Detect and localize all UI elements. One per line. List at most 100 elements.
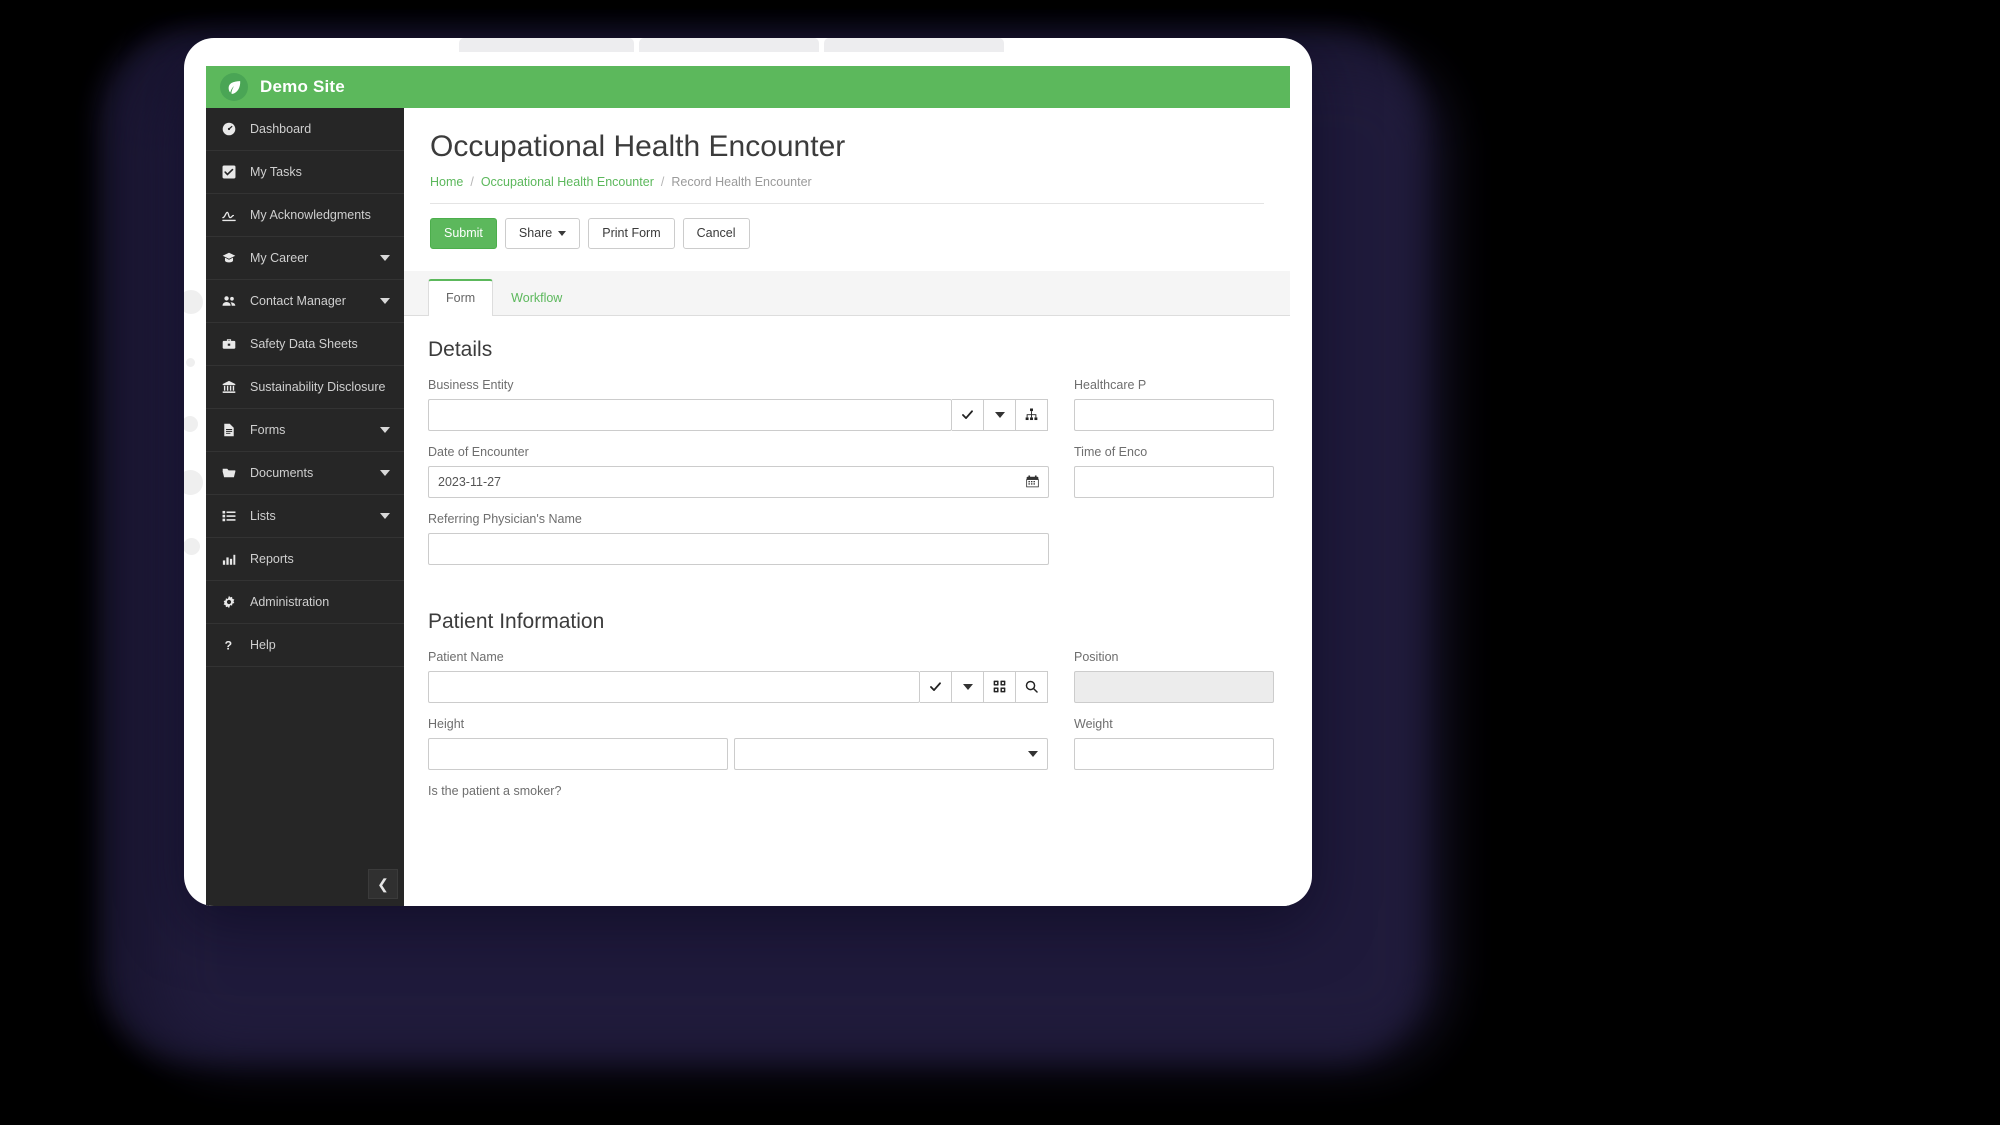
field-label: Date of Encounter <box>428 444 529 459</box>
breadcrumb-separator: / <box>470 174 474 189</box>
tab-form[interactable]: Form <box>428 278 494 316</box>
sidebar-item-label: Lists <box>250 509 276 523</box>
sidebar-item-my-tasks[interactable]: My Tasks <box>206 151 404 194</box>
share-label: Share <box>518 225 553 240</box>
sidebar-item-label: Reports <box>250 552 294 566</box>
field-time-of-encounter: Time of Enco <box>1074 445 1290 498</box>
input-group <box>428 737 1048 770</box>
question-icon: ? <box>222 638 241 652</box>
time-of-encounter-input[interactable] <box>1074 465 1274 498</box>
check-icon[interactable] <box>952 398 985 431</box>
chevron-down-icon <box>380 513 390 519</box>
business-entity-input[interactable] <box>428 398 953 431</box>
browser-tab-stub-1 <box>459 38 634 52</box>
leaf-icon <box>220 73 248 101</box>
qrcode-icon[interactable] <box>984 670 1017 703</box>
field-position: Position <box>1074 650 1290 703</box>
sidebar-item-label: My Tasks <box>250 165 302 179</box>
height-input[interactable] <box>428 737 728 770</box>
referring-physician-input[interactable] <box>428 532 1049 565</box>
healthcare-provider-input[interactable] <box>1074 398 1274 431</box>
bank-icon <box>222 380 241 394</box>
patient-name-input[interactable] <box>428 670 921 703</box>
sidebar-collapse-row: ❮ <box>206 862 404 906</box>
form-row-referring-physician: Referring Physician's Name <box>428 512 1290 565</box>
sidebar-item-label: Documents <box>250 466 314 480</box>
field-label: Weight <box>1074 716 1113 731</box>
device-frame: Demo Site Dashboard My Tasks My Acknowle… <box>184 38 1312 906</box>
chevron-down-icon <box>380 298 390 304</box>
caret-down-icon[interactable] <box>952 670 985 703</box>
sidebar-item-reports[interactable]: Reports <box>206 538 404 581</box>
sidebar-item-dashboard[interactable]: Dashboard <box>206 108 404 151</box>
tab-workflow[interactable]: Workflow <box>493 279 580 316</box>
check-icon[interactable] <box>920 670 953 703</box>
sidebar: Dashboard My Tasks My Acknowledgments My… <box>206 108 404 906</box>
decorative-dot <box>184 416 198 432</box>
field-label: Business Entity <box>428 377 514 392</box>
cancel-button[interactable]: Cancel <box>682 217 750 249</box>
sidebar-item-sustainability-disclosure[interactable]: Sustainability Disclosure <box>206 366 404 409</box>
field-healthcare-provider: Healthcare P <box>1074 378 1290 431</box>
app-viewport: Demo Site Dashboard My Tasks My Acknowle… <box>206 66 1290 906</box>
browser-tab-stub-2 <box>639 38 819 52</box>
date-of-encounter-input[interactable]: 2023-11-27 <box>428 465 1049 498</box>
input-group <box>428 670 1049 703</box>
breadcrumb-current: Record Health Encounter <box>671 174 812 189</box>
input-group <box>428 398 1049 431</box>
caret-down-icon <box>1028 750 1038 757</box>
field-label: Is the patient a smoker? <box>428 783 562 798</box>
form-row-smoker: Is the patient a smoker? <box>428 784 1290 805</box>
breadcrumb-home[interactable]: Home <box>430 175 463 189</box>
sidebar-item-label: Administration <box>250 595 330 609</box>
search-icon[interactable] <box>1016 670 1049 703</box>
sidebar-item-label: My Acknowledgments <box>250 208 371 222</box>
field-label: Position <box>1074 649 1119 664</box>
sidebar-nav-list: Dashboard My Tasks My Acknowledgments My… <box>206 108 404 667</box>
field-weight: Weight <box>1074 717 1290 770</box>
svg-text:?: ? <box>225 638 232 652</box>
sidebar-item-label: Help <box>250 638 276 652</box>
decorative-dot <box>184 470 203 495</box>
height-unit-select[interactable] <box>734 737 1048 770</box>
field-smoker: Is the patient a smoker? <box>428 784 1048 805</box>
signature-icon <box>222 208 241 222</box>
submit-button[interactable]: Submit <box>430 217 497 249</box>
sidebar-item-my-acknowledgments[interactable]: My Acknowledgments <box>206 194 404 237</box>
sidebar-collapse-button[interactable]: ❮ <box>368 869 398 899</box>
field-label: Patient Name <box>428 649 504 664</box>
sidebar-item-forms[interactable]: Forms <box>206 409 404 452</box>
sidebar-item-documents[interactable]: Documents <box>206 452 404 495</box>
breadcrumb-level2[interactable]: Occupational Health Encounter <box>481 175 654 189</box>
users-icon <box>222 294 241 308</box>
form-body: Details Business Entity Healthcare P Dat… <box>404 316 1290 805</box>
field-label: Time of Enco <box>1074 444 1148 459</box>
weight-input[interactable] <box>1074 737 1274 770</box>
chevron-down-icon <box>380 255 390 261</box>
chevron-down-icon <box>380 470 390 476</box>
print-form-button[interactable]: Print Form <box>588 217 675 249</box>
breadcrumb-separator: / <box>660 174 665 189</box>
decorative-dot <box>184 538 200 555</box>
sitemap-icon[interactable] <box>1016 398 1049 431</box>
field-label: Referring Physician's Name <box>428 511 582 526</box>
chevron-down-icon <box>380 427 390 433</box>
chevron-left-icon: ❮ <box>377 875 389 892</box>
sidebar-item-administration[interactable]: Administration <box>206 581 404 624</box>
breadcrumb: Home / Occupational Health Encounter / R… <box>404 165 1290 189</box>
caret-down-icon[interactable] <box>984 398 1017 431</box>
form-row-business-entity: Business Entity Healthcare P <box>428 378 1290 431</box>
dashboard-icon <box>222 122 241 136</box>
calendar-icon[interactable] <box>1026 475 1039 488</box>
folder-icon <box>222 466 241 480</box>
list-icon <box>222 509 241 523</box>
share-dropdown-button[interactable]: Share <box>504 217 581 249</box>
sidebar-item-lists[interactable]: Lists <box>206 495 404 538</box>
main-content: Occupational Health Encounter Home / Occ… <box>404 108 1290 906</box>
sidebar-item-my-career[interactable]: My Career <box>206 237 404 280</box>
form-row-patient-name: Patient Name Position <box>428 650 1290 703</box>
sidebar-item-safety-data-sheets[interactable]: Safety Data Sheets <box>206 323 404 366</box>
sidebar-item-contact-manager[interactable]: Contact Manager <box>206 280 404 323</box>
sidebar-item-help[interactable]: ? Help <box>206 624 404 667</box>
